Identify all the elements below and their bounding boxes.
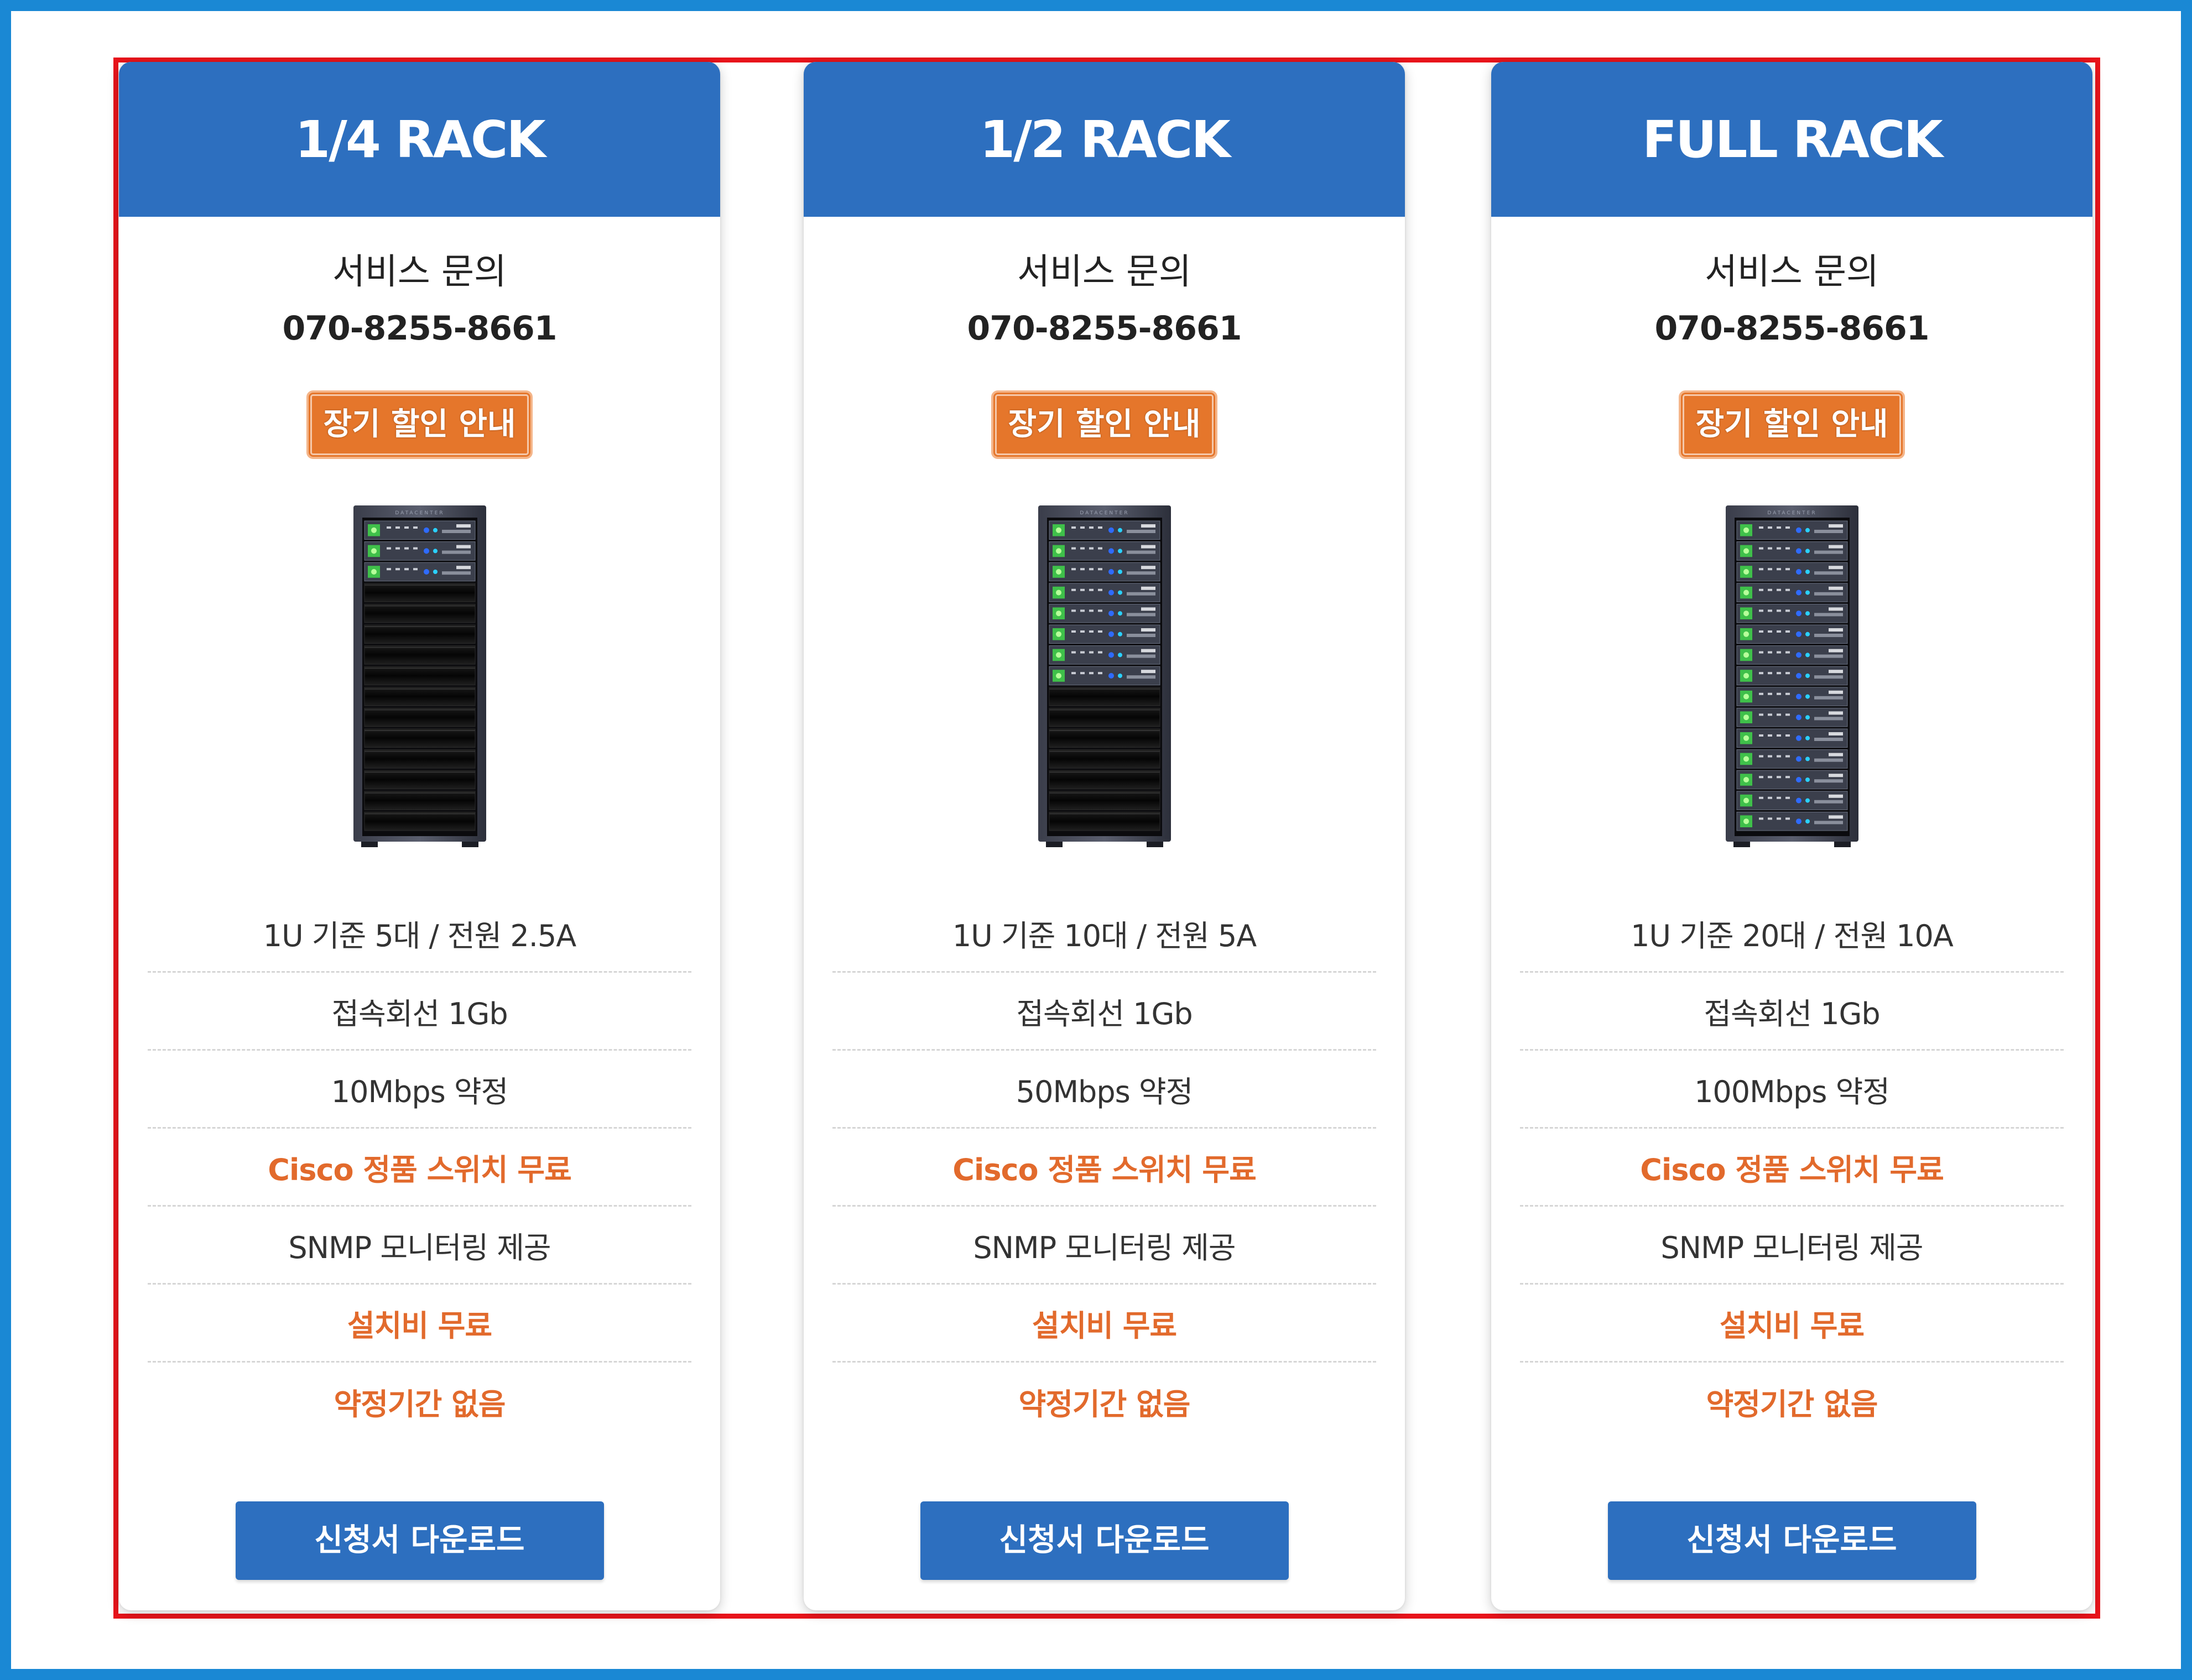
feature-item: 접속회선 1Gb [832, 973, 1376, 1051]
feature-item: 접속회선 1Gb [148, 973, 691, 1051]
rack-empty-unit [1049, 728, 1160, 748]
rack-server-unit [1049, 562, 1160, 582]
rack-empty-unit [364, 811, 475, 831]
rack-server-unit [1736, 687, 1847, 706]
rack-server-unit [1736, 666, 1847, 686]
rack-empty-unit [1049, 770, 1160, 790]
feature-list: 1U 기준 5대 / 전원 2.5A 접속회선 1Gb 10Mbps 약정 Cisco… [148, 895, 691, 1441]
feature-list: 1U 기준 20대 / 전원 10A 접속회선 1Gb 100Mbps 약정 Cisc… [1520, 895, 2064, 1441]
feature-item: 1U 기준 20대 / 전원 10A [1520, 895, 2064, 973]
rack-empty-unit [364, 791, 475, 810]
rack-empty-unit [364, 603, 475, 623]
rack-empty-unit [1049, 811, 1160, 831]
rack-server-unit [1049, 520, 1160, 540]
plan-title: 1/2 RACK [804, 62, 1405, 217]
rack-brand-label: DATACENTER [395, 510, 444, 516]
rack-server-unit [1049, 603, 1160, 623]
rack-server-unit [364, 541, 475, 561]
feature-item: 10Mbps 약정 [148, 1051, 691, 1129]
feature-item: SNMP 모니터링 제공 [832, 1207, 1376, 1285]
long-term-discount-button[interactable]: 장기 할인 안내 [1679, 390, 1905, 459]
rack-server-unit [1736, 562, 1847, 582]
rack-empty-unit [364, 645, 475, 665]
feature-item: 약정기간 없음 [1706, 1387, 1878, 1422]
rack-server-unit [1736, 645, 1847, 665]
feature-item: SNMP 모니터링 제공 [1520, 1207, 2064, 1285]
rack-empty-unit [364, 666, 475, 686]
rack-server-unit [1736, 541, 1847, 561]
rack-server-unit [1736, 728, 1847, 748]
application-download-button[interactable]: 신청서 다운로드 [920, 1501, 1289, 1580]
rack-server-unit [1049, 645, 1160, 665]
feature-item: 접속회선 1Gb [1520, 973, 2064, 1051]
rack-empty-unit [1049, 749, 1160, 769]
feature-item: 약정기간 없음 [334, 1387, 506, 1422]
inquiry-title: 서비스 문의 [1705, 252, 1879, 293]
rack-svg: DATACENTER [1038, 505, 1171, 847]
rack-empty-unit [364, 749, 475, 769]
inquiry-phone: 070-8255-8661 [282, 309, 557, 348]
rack-server-unit [1049, 541, 1160, 561]
server-rack-image: DATACENTER [1038, 505, 1171, 851]
rack-server-unit [1736, 707, 1847, 727]
rack-server-unit [1736, 520, 1847, 540]
rack-server-unit [1736, 811, 1847, 831]
rack-empty-unit [364, 707, 475, 727]
application-download-button[interactable]: 신청서 다운로드 [235, 1501, 604, 1580]
rack-empty-unit [1049, 791, 1160, 810]
rack-empty-unit [1049, 687, 1160, 706]
rack-empty-unit [364, 583, 475, 602]
feature-item: 설치비 무료 [148, 1285, 691, 1363]
feature-item: Cisco 정품 스위치 무료 [832, 1129, 1376, 1207]
rack-svg: DATACENTER [353, 505, 486, 847]
rack-brand-label: DATACENTER [1767, 510, 1816, 516]
pricing-card-3: FULL RACK 서비스 문의 070-8255-8661 장기 할인 안내 … [1491, 62, 2092, 1610]
inquiry-phone: 070-8255-8661 [967, 309, 1242, 348]
rack-empty-unit [364, 687, 475, 706]
rack-server-unit [364, 562, 475, 582]
long-term-discount-button[interactable]: 장기 할인 안내 [991, 390, 1217, 459]
inquiry-phone: 070-8255-8661 [1654, 309, 1929, 348]
rack-empty-unit [1049, 707, 1160, 727]
rack-brand-label: DATACENTER [1080, 510, 1129, 516]
rack-server-unit [1736, 603, 1847, 623]
feature-item: 약정기간 없음 [1018, 1387, 1191, 1422]
rack-empty-unit [364, 770, 475, 790]
feature-list: 1U 기준 10대 / 전원 5A 접속회선 1Gb 50Mbps 약정 Cisco … [832, 895, 1376, 1441]
rack-server-unit [1049, 583, 1160, 602]
feature-item: Cisco 정품 스위치 무료 [148, 1129, 691, 1207]
feature-item: 50Mbps 약정 [832, 1051, 1376, 1129]
server-rack-image: DATACENTER [353, 505, 486, 851]
server-rack-image: DATACENTER [1725, 505, 1858, 851]
rack-svg: DATACENTER [1725, 505, 1858, 847]
feature-item: 설치비 무료 [832, 1285, 1376, 1363]
pricing-card-1: 1/4 RACK 서비스 문의 070-8255-8661 장기 할인 안내 D… [119, 62, 720, 1610]
long-term-discount-button[interactable]: 장기 할인 안내 [306, 390, 533, 459]
rack-empty-unit [364, 624, 475, 644]
plan-title: 1/4 RACK [119, 62, 720, 217]
feature-item: Cisco 정품 스위치 무료 [1520, 1129, 2064, 1207]
feature-item: 1U 기준 10대 / 전원 5A [832, 895, 1376, 973]
rack-server-unit [1736, 749, 1847, 769]
pricing-card-2: 1/2 RACK 서비스 문의 070-8255-8661 장기 할인 안내 D… [804, 62, 1405, 1610]
feature-item: 설치비 무료 [1520, 1285, 2064, 1363]
inquiry-title: 서비스 문의 [1017, 252, 1191, 293]
rack-server-unit [1049, 624, 1160, 644]
rack-server-unit [1736, 583, 1847, 602]
rack-server-unit [1736, 791, 1847, 810]
rack-server-unit [1736, 624, 1847, 644]
plan-title: FULL RACK [1491, 62, 2092, 217]
feature-item: SNMP 모니터링 제공 [148, 1207, 691, 1285]
inquiry-title: 서비스 문의 [332, 252, 507, 293]
application-download-button[interactable]: 신청서 다운로드 [1607, 1501, 1976, 1580]
rack-server-unit [1736, 770, 1847, 790]
feature-item: 1U 기준 5대 / 전원 2.5A [148, 895, 691, 973]
rack-server-unit [1049, 666, 1160, 686]
feature-item: 100Mbps 약정 [1520, 1051, 2064, 1129]
rack-server-unit [364, 520, 475, 540]
rack-empty-unit [364, 728, 475, 748]
